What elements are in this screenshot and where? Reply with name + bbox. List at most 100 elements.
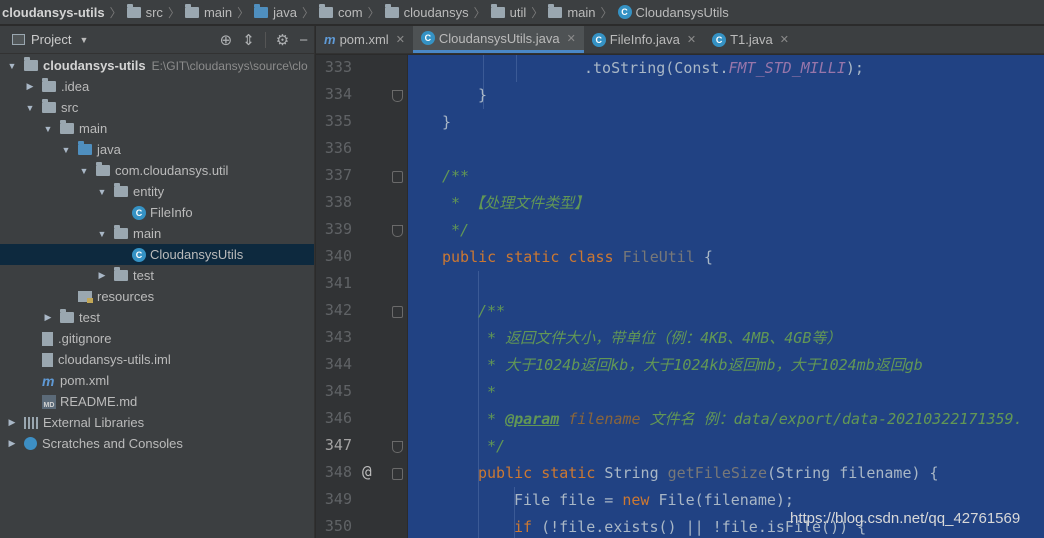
tree-item[interactable]: m pom.xml [0, 370, 314, 391]
tree-item[interactable]: ▶ External Libraries [0, 412, 314, 433]
tree-item[interactable]: ▼ java [0, 139, 314, 160]
tree-item[interactable]: ▶ Scratches and Consoles [0, 433, 314, 454]
tree-item-label: test [133, 268, 154, 283]
line-number: 335 [324, 112, 352, 130]
folder-icon [319, 3, 334, 18]
folder-icon [126, 3, 141, 18]
expand-arrow-icon[interactable]: ▼ [96, 187, 108, 197]
breadcrumb-label: com [338, 4, 363, 20]
tree-item-label: com.cloudansys.util [115, 163, 229, 178]
tree-item[interactable]: C CloudansysUtils [0, 244, 314, 265]
maven-icon: m [324, 32, 336, 47]
tree-item[interactable]: cloudansys-utils.iml [0, 349, 314, 370]
tree-item-label: entity [133, 184, 165, 199]
fold-marker-icon[interactable] [392, 90, 403, 102]
tree-item[interactable]: ▶ .idea [0, 76, 314, 97]
expand-arrow-icon[interactable]: ▼ [42, 124, 54, 134]
breadcrumb-item[interactable]: cloudansys [384, 3, 469, 20]
fold-marker-icon[interactable] [392, 468, 403, 480]
code-line-343: * 返回文件大小，带单位（例：4KB、4MB、4GB等） [478, 329, 842, 347]
tree-item[interactable]: C FileInfo [0, 202, 314, 223]
breadcrumb: cloudansys-utils 〉 src 〉 main 〉 java 〉 com 〉 cloud… [0, 0, 1044, 25]
code-line-339: */ [442, 221, 470, 239]
line-number: 336 [324, 139, 352, 157]
breadcrumb-separator: 〉 [531, 5, 544, 20]
gear-icon[interactable]: ⚙ [276, 33, 289, 48]
source-folder-icon [254, 3, 269, 18]
close-icon[interactable]: ✕ [687, 33, 696, 46]
editor-tab[interactable]: C CloudansysUtils.java ✕ [412, 26, 584, 53]
collapse-arrow-icon[interactable]: ▶ [96, 270, 108, 281]
breadcrumb-separator: 〉 [302, 5, 315, 20]
collapse-arrow-icon[interactable]: ▶ [24, 81, 36, 92]
fold-marker-icon[interactable] [392, 171, 403, 183]
breadcrumb-item[interactable]: C CloudansysUtils [617, 5, 729, 20]
breadcrumb-item[interactable]: util [490, 3, 527, 20]
close-icon[interactable]: ✕ [780, 33, 789, 46]
expand-arrow-icon[interactable]: ▼ [78, 166, 90, 176]
class-icon: C [132, 205, 146, 220]
chevron-down-icon[interactable]: ▼ [79, 35, 88, 45]
collapse-arrow-icon[interactable]: ▶ [42, 312, 54, 323]
project-view-selector[interactable]: Project [31, 32, 71, 47]
close-icon[interactable]: ✕ [396, 33, 405, 46]
breadcrumb-item[interactable]: main [184, 3, 232, 20]
tree-item[interactable]: ▼ entity [0, 181, 314, 202]
fold-marker-icon[interactable] [392, 225, 403, 237]
editor-tab[interactable]: C FileInfo.java ✕ [584, 26, 704, 53]
code-editor[interactable]: .toString(Const.FMT_STD_MILLI); } } /** … [408, 55, 1044, 538]
line-number: 339 [324, 220, 352, 238]
class-icon: C [712, 32, 727, 47]
watermark: https://blog.csdn.net/qq_42761569 [790, 510, 1021, 527]
folder-icon [60, 309, 74, 323]
tree-item[interactable]: ▼ com.cloudansys.util [0, 160, 314, 181]
line-number: 340 [324, 247, 352, 265]
tab-label: T1.java [730, 32, 773, 47]
fold-marker-icon[interactable] [392, 306, 403, 318]
breadcrumb-label: util [509, 4, 527, 20]
close-icon[interactable]: ✕ [567, 32, 576, 45]
locate-file-icon[interactable]: ⊕ [220, 33, 233, 48]
tree-item[interactable]: ▼ main [0, 118, 314, 139]
code-line-333: .toString(Const.FMT_STD_MILLI); [584, 59, 864, 77]
class-icon: C [132, 247, 146, 262]
tree-item[interactable]: MD README.md [0, 391, 314, 412]
breadcrumb-item[interactable]: com [319, 3, 363, 20]
class-icon: C [617, 5, 632, 19]
tree-item[interactable]: .gitignore [0, 328, 314, 349]
tree-item[interactable]: resources [0, 286, 314, 307]
tree-item[interactable]: ▼ cloudansys-utils E:\GIT\cloudansys\sourc… [0, 55, 314, 76]
hide-panel-icon[interactable]: − [299, 33, 308, 48]
override-marker-icon[interactable]: @ [362, 462, 372, 481]
divider [264, 32, 266, 48]
editor-tab[interactable]: C T1.java ✕ [704, 26, 797, 53]
expand-arrow-icon[interactable]: ▼ [6, 61, 18, 71]
line-number: 338 [324, 193, 352, 211]
expand-arrow-icon[interactable]: ▼ [60, 145, 72, 155]
tree-item[interactable]: ▼ src [0, 97, 314, 118]
breadcrumb-item[interactable]: main [548, 3, 596, 20]
tree-item[interactable]: ▶ test [0, 307, 314, 328]
tree-item[interactable]: ▶ test [0, 265, 314, 286]
tree-item-label: CloudansysUtils [150, 247, 244, 262]
line-number: 342 [324, 301, 352, 319]
line-number: 347 [324, 436, 352, 454]
tree-item-label: resources [97, 289, 155, 304]
fold-marker-icon[interactable] [392, 441, 403, 453]
collapse-all-icon[interactable]: ⇕ [242, 33, 255, 48]
code-line-334: } [478, 86, 488, 104]
code-line-345: * [478, 383, 497, 401]
collapse-arrow-icon[interactable]: ▶ [6, 417, 18, 428]
tree-item-label: Scratches and Consoles [42, 436, 183, 451]
project-panel-header[interactable]: Project ▼ ⊕ ⇕ ⚙ − [0, 26, 314, 54]
breadcrumb-item[interactable]: java [254, 3, 297, 20]
tree-item[interactable]: ▼ main [0, 223, 314, 244]
collapse-arrow-icon[interactable]: ▶ [6, 438, 18, 449]
expand-arrow-icon[interactable]: ▼ [24, 103, 36, 113]
breadcrumb-item[interactable]: cloudansys-utils [2, 5, 105, 20]
file-icon [42, 331, 53, 346]
editor-tab[interactable]: m pom.xml ✕ [316, 26, 413, 53]
libraries-icon [24, 416, 38, 429]
breadcrumb-item[interactable]: src [126, 3, 163, 20]
expand-arrow-icon[interactable]: ▼ [96, 229, 108, 239]
